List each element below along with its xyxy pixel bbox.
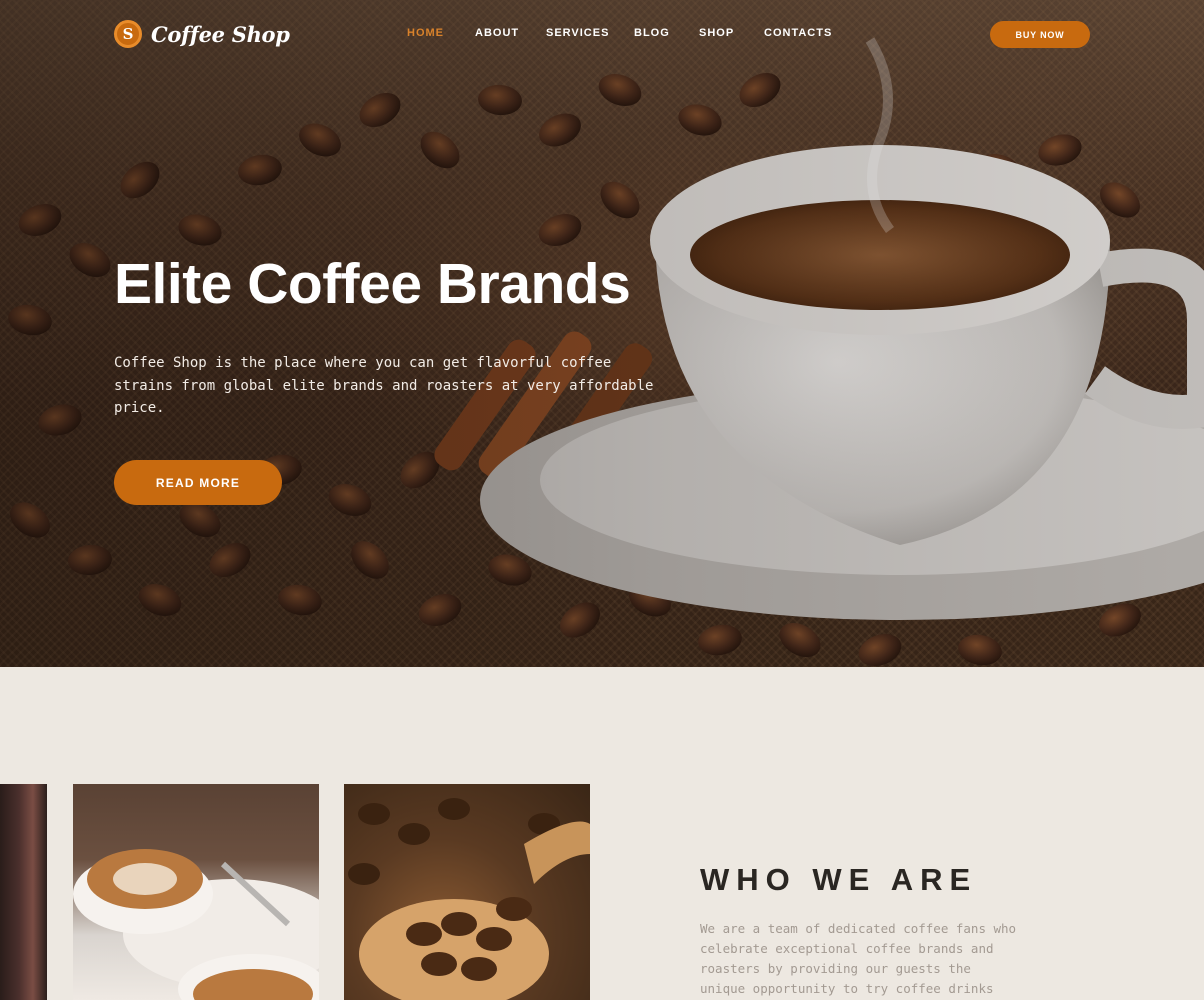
- nav-item-shop[interactable]: SHOP: [699, 27, 734, 39]
- gallery-image-latte: [73, 784, 319, 1000]
- who-we-are-title: WHO WE ARE: [700, 862, 978, 897]
- nav-item-services[interactable]: SERVICES: [546, 27, 609, 39]
- latte-illustration: [73, 849, 319, 1000]
- who-we-are-text: We are a team of dedicated coffee fans w…: [700, 921, 1017, 996]
- nav-item-blog[interactable]: BLOG: [634, 27, 670, 39]
- hero-title: Elite Coffee Brands: [114, 252, 631, 316]
- hero-overlay: [0, 0, 1204, 667]
- nav-item-home[interactable]: HOME: [407, 27, 444, 39]
- hero-description: Coffee Shop is the place where you can g…: [114, 355, 654, 416]
- top-navigation: S Coffee Shop HOME ABOUT SERVICES BLOG S…: [0, 0, 1204, 68]
- hero-section: S Coffee Shop HOME ABOUT SERVICES BLOG S…: [0, 0, 1204, 667]
- gallery-image-beans-spoon: [344, 784, 590, 1000]
- nav-item-about[interactable]: ABOUT: [475, 27, 519, 39]
- gallery-image-portrait: [0, 784, 47, 1000]
- nav-item-contacts[interactable]: CONTACTS: [764, 27, 832, 39]
- read-more-button[interactable]: READ MORE: [114, 460, 282, 505]
- buy-now-button[interactable]: BUY NOW: [990, 21, 1090, 48]
- beans-illustration: [348, 798, 590, 1000]
